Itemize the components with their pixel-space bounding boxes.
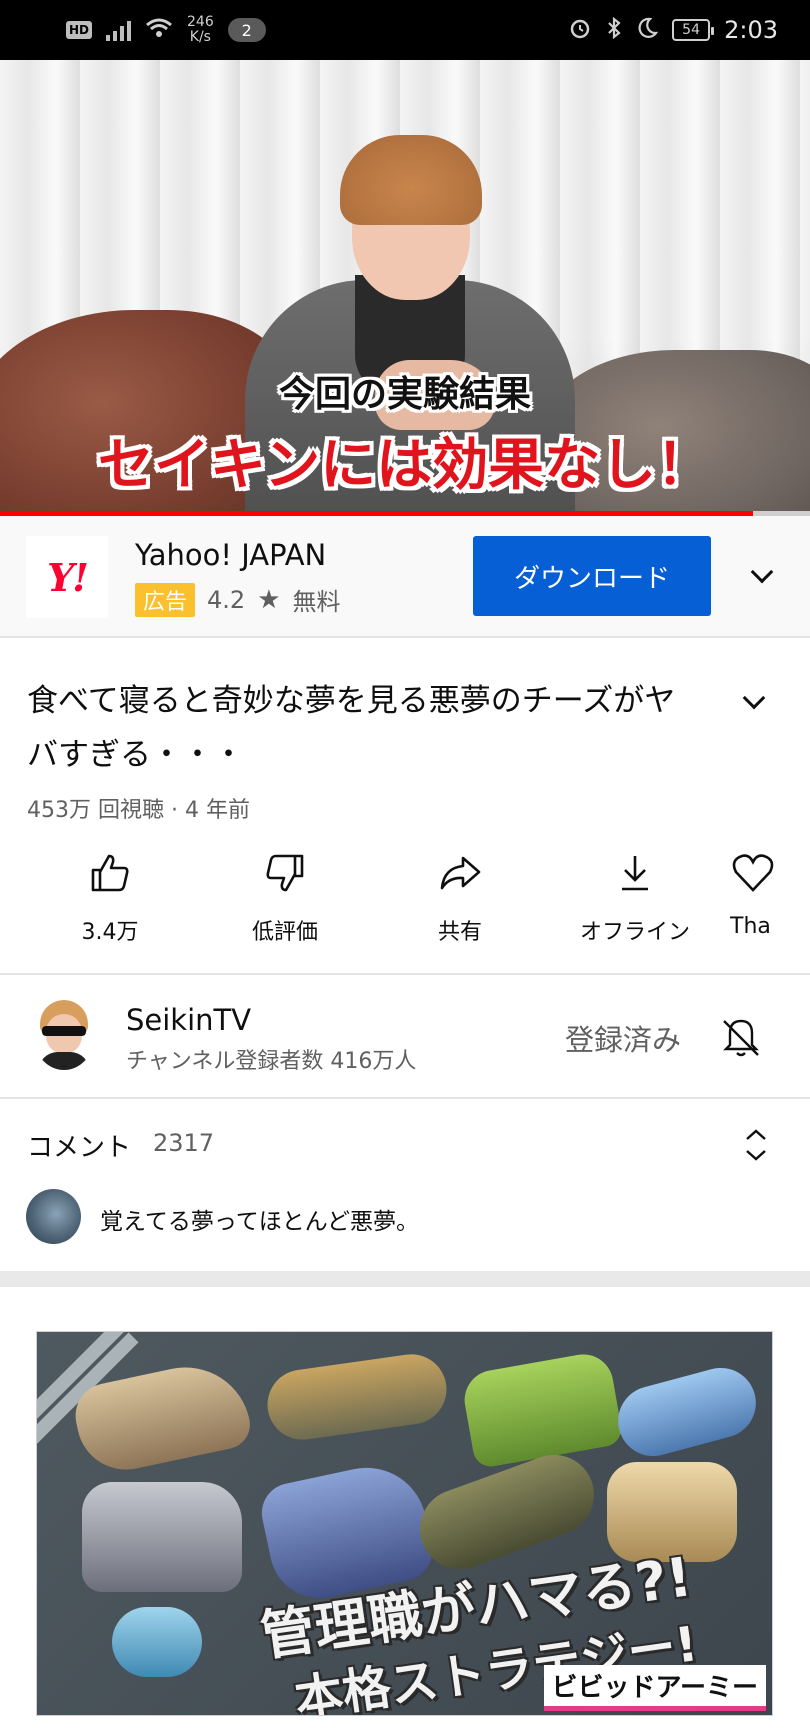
share-icon xyxy=(440,856,481,890)
thanks-icon xyxy=(732,854,774,892)
bluetooth-icon xyxy=(606,16,622,45)
green-tank-illustration xyxy=(459,1349,625,1470)
wifi-icon xyxy=(145,17,173,44)
share-button[interactable]: 共有 xyxy=(380,850,540,946)
description-expand-chevron-icon[interactable] xyxy=(742,686,766,710)
thumbs-up-icon xyxy=(91,854,129,892)
like-button[interactable]: 3.4万 xyxy=(30,850,190,946)
section-separator xyxy=(0,1271,810,1287)
download-icon xyxy=(622,856,648,891)
comments-label: コメント xyxy=(27,1133,132,1163)
video-caption-main: セイキンには効果なし！ xyxy=(97,433,713,498)
fighter-plane-illustration xyxy=(263,1349,451,1445)
signal-icon xyxy=(106,19,132,41)
video-info: 食べて寝ると奇妙な夢を見る悪夢のチーズがヤバすぎる・・・ 453万 回視聴 · … xyxy=(27,674,687,824)
status-left: HD 246 K/s 2 xyxy=(66,15,266,45)
channel-row[interactable]: SeikinTV チャンネル登録者数 416万人 登録済み xyxy=(0,975,810,1097)
download-button[interactable]: ダウンロード xyxy=(473,536,711,616)
thanks-label: Tha xyxy=(730,914,771,939)
action-bar: 3.4万 低評価 共有 オフライン Tha xyxy=(0,850,810,972)
ad-expand-chevron-icon[interactable] xyxy=(750,560,774,584)
speed-value: 246 xyxy=(187,14,214,30)
video-title: 食べて寝ると奇妙な夢を見る悪夢のチーズがヤバすぎる・・・ xyxy=(27,683,676,773)
like-count: 3.4万 xyxy=(81,920,139,945)
video-frame-hair xyxy=(340,135,482,225)
comments-count: 2317 xyxy=(153,1129,215,1157)
ad-row[interactable]: Y! Yahoo! JAPAN 広告 4.2 ★ 無料 ダウンロード xyxy=(0,516,810,638)
expand-collapse-icon[interactable] xyxy=(742,1127,770,1163)
offline-button[interactable]: オフライン xyxy=(555,850,715,946)
star-icon: ★ xyxy=(257,584,281,615)
status-bar: HD 246 K/s 2 54 2:03 xyxy=(0,0,810,60)
ad-title: Yahoo! JAPAN xyxy=(135,538,327,572)
video-player[interactable]: 今回の実験結果 セイキンには効果なし！ xyxy=(0,60,810,515)
thanks-button[interactable]: Tha xyxy=(730,850,810,939)
ad-price: 無料 xyxy=(292,588,341,616)
dislike-label: 低評価 xyxy=(251,920,318,945)
commenter-avatar xyxy=(26,1189,81,1244)
notification-count: 2 xyxy=(227,18,266,42)
submarine-illustration xyxy=(610,1360,764,1464)
clock: 2:03 xyxy=(724,16,778,44)
bell-off-icon[interactable] xyxy=(718,1015,764,1061)
game-ad-banner[interactable]: 管理職がハマる?! 本格ストラテジー! ビビッドアーミー xyxy=(36,1331,773,1716)
ad-meta: 広告 4.2 ★ 無料 xyxy=(135,582,341,617)
channel-subscribers: チャンネル登録者数 416万人 xyxy=(126,1049,417,1074)
offline-label: オフライン xyxy=(579,920,690,945)
moon-icon xyxy=(636,17,659,44)
channel-avatar[interactable] xyxy=(36,1000,92,1070)
ad-rating: 4.2 xyxy=(207,585,246,614)
comments-section[interactable]: コメント 2317 覚えてる夢ってほとんど悪夢。 xyxy=(0,1099,810,1271)
video-meta: 453万 回視聴 · 4 年前 xyxy=(27,798,250,823)
gray-tank-illustration xyxy=(82,1482,242,1592)
top-comment-text: 覚えてる夢ってほとんど悪夢。 xyxy=(100,1209,420,1235)
video-caption-top: 今回の実験結果 xyxy=(278,374,531,415)
brand-logo: ビビッドアーミー xyxy=(543,1665,766,1711)
channel-name[interactable]: SeikinTV xyxy=(126,1003,251,1037)
hd-badge: HD xyxy=(66,21,93,39)
thumbs-down-icon xyxy=(266,854,304,892)
battery-icon: 54 xyxy=(672,19,715,41)
dislike-button[interactable]: 低評価 xyxy=(205,850,365,946)
yahoo-logo-text: Y! xyxy=(47,554,89,600)
status-right: 54 2:03 xyxy=(568,16,778,45)
speed-unit: K/s xyxy=(189,29,211,45)
ad-badge: 広告 xyxy=(135,582,196,617)
share-label: 共有 xyxy=(437,920,482,945)
subscribed-button[interactable]: 登録済み xyxy=(565,1017,681,1059)
alarm-icon xyxy=(568,16,592,45)
yahoo-logo: Y! xyxy=(26,536,108,618)
network-speed: 246 K/s xyxy=(187,15,214,45)
